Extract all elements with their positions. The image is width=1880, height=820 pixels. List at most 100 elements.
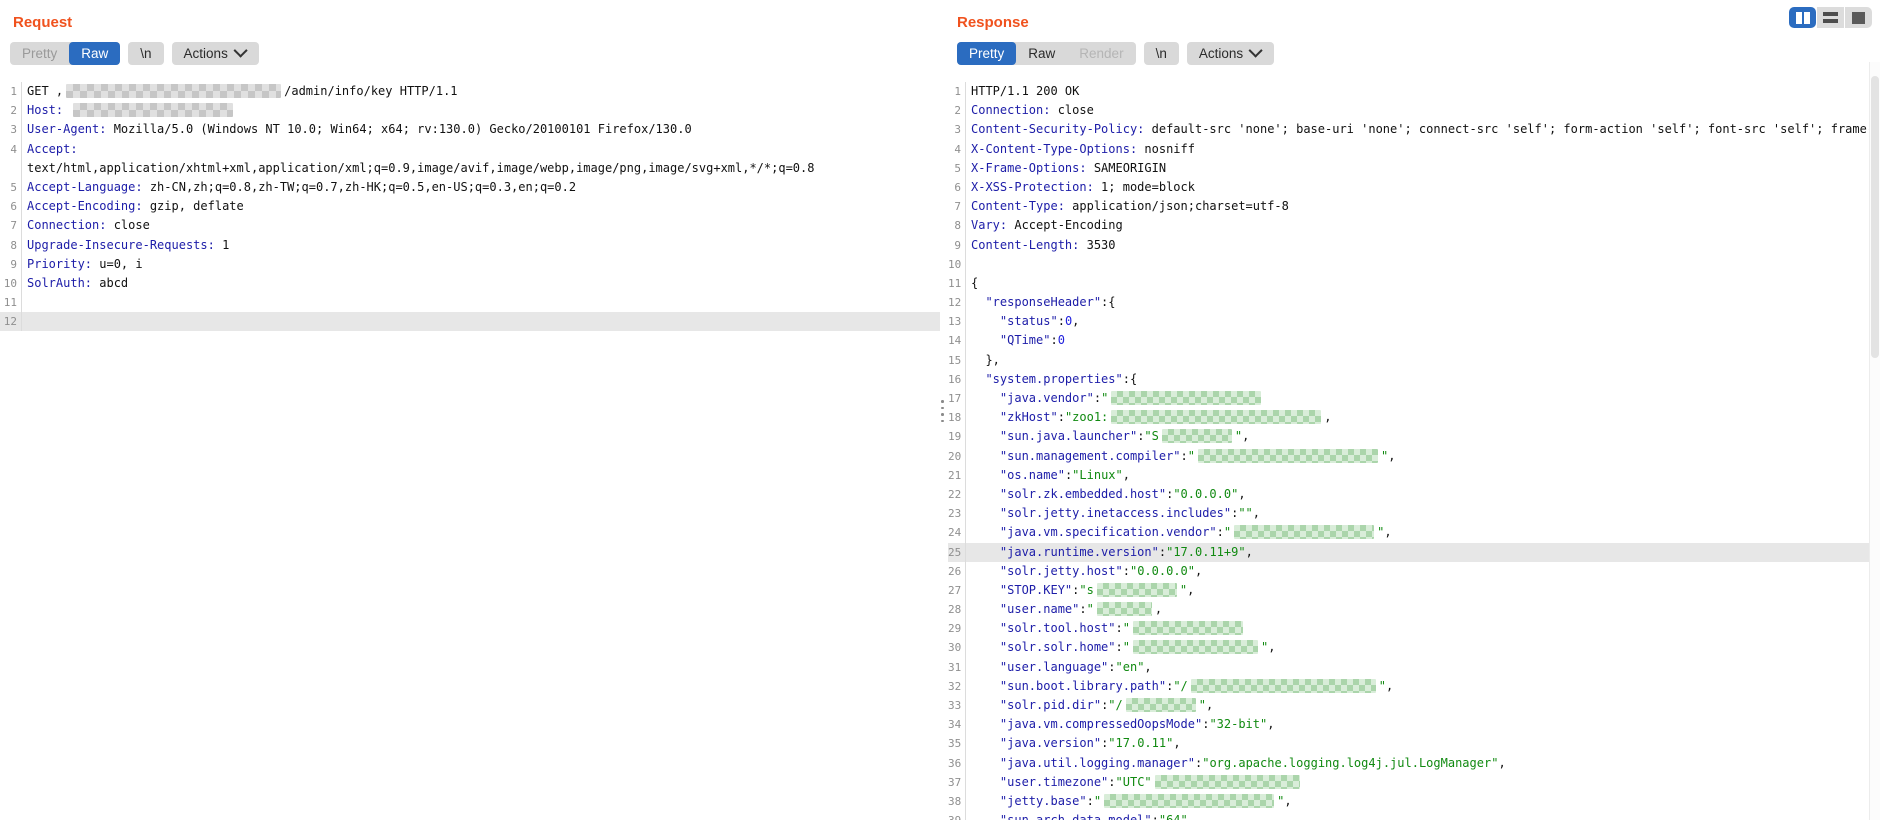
response-tab-newline[interactable]: \n	[1144, 42, 1179, 65]
request-actions-label: Actions	[184, 46, 228, 61]
request-panel: Request Pretty Raw \n Actions 1GET ,/adm…	[0, 0, 940, 820]
code-text: "sun.management.compiler":"",	[966, 447, 1880, 466]
code-line: 2Connection: close	[948, 101, 1880, 120]
code-line: 11{	[948, 274, 1880, 293]
code-line: 16 "system.properties":{	[948, 370, 1880, 389]
response-tab-render: Render	[1067, 42, 1135, 65]
code-line: 3User-Agent: Mozilla/5.0 (Windows NT 10.…	[0, 120, 940, 139]
response-editor[interactable]: 1HTTP/1.1 200 OK2Connection: close3Conte…	[948, 82, 1880, 820]
line-number	[0, 159, 22, 178]
redacted-text	[1133, 640, 1258, 654]
code-line: 39 "sun.arch.data.model":"64",	[948, 811, 1880, 820]
line-number: 8	[948, 216, 966, 235]
response-title: Response	[957, 14, 1880, 34]
code-line: 9Content-Length: 3530	[948, 236, 1880, 255]
line-number: 9	[948, 236, 966, 255]
code-text: Upgrade-Insecure-Requests: 1	[22, 236, 940, 255]
line-number: 33	[948, 696, 966, 715]
request-editor[interactable]: 1GET ,/admin/info/key HTTP/1.12Host: 3Us…	[0, 82, 940, 331]
response-pretty-raw-render-toggle: Pretty Raw Render	[957, 42, 1136, 65]
code-line: 11	[0, 293, 940, 312]
line-number: 11	[0, 293, 22, 312]
line-number: 1	[948, 82, 966, 101]
code-line: 13 "status":0,	[948, 312, 1880, 331]
code-line: 32 "sun.boot.library.path":"/",	[948, 677, 1880, 696]
code-text: "STOP.KEY":"s",	[966, 581, 1880, 600]
layout-single-button[interactable]	[1845, 7, 1872, 28]
code-text: "user.timezone":"UTC"	[966, 773, 1880, 792]
line-number: 4	[948, 140, 966, 159]
code-line: 23 "solr.jetty.inetaccess.includes":"",	[948, 504, 1880, 523]
redacted-text	[66, 84, 281, 98]
code-line: 12 "responseHeader":{	[948, 293, 1880, 312]
code-line: 38 "jetty.base":"",	[948, 792, 1880, 811]
layout-rows-button[interactable]	[1817, 7, 1844, 28]
request-tab-raw[interactable]: Raw	[69, 42, 120, 65]
chevron-down-icon	[233, 44, 247, 58]
line-number: 6	[0, 197, 22, 216]
code-line: 2Host:	[0, 101, 940, 120]
response-tab-pretty[interactable]: Pretty	[957, 42, 1016, 65]
code-line: 4Accept:	[0, 140, 940, 159]
code-line: 35 "java.version":"17.0.11",	[948, 734, 1880, 753]
code-line: 27 "STOP.KEY":"s",	[948, 581, 1880, 600]
code-text: "solr.jetty.inetaccess.includes":"",	[966, 504, 1880, 523]
code-text: "status":0,	[966, 312, 1880, 331]
layout-toggle	[1789, 7, 1872, 28]
line-number: 22	[948, 485, 966, 504]
panel-splitter[interactable]	[940, 0, 948, 820]
line-number: 9	[0, 255, 22, 274]
code-text: X-XSS-Protection: 1; mode=block	[966, 178, 1880, 197]
response-scrollbar-thumb[interactable]	[1871, 76, 1879, 358]
code-text: "zkHost":"zoo1:,	[966, 408, 1880, 427]
redacted-text	[1126, 698, 1196, 712]
code-text: "java.util.logging.manager":"org.apache.…	[966, 754, 1880, 773]
code-text: "sun.java.launcher":"S",	[966, 427, 1880, 446]
line-number: 20	[948, 447, 966, 466]
code-text: text/html,application/xhtml+xml,applicat…	[22, 159, 940, 178]
request-tab-pretty[interactable]: Pretty	[10, 42, 69, 65]
code-text: "responseHeader":{	[966, 293, 1880, 312]
code-line: 1GET ,/admin/info/key HTTP/1.1	[0, 82, 940, 101]
code-line: 20 "sun.management.compiler":"",	[948, 447, 1880, 466]
line-number: 15	[948, 351, 966, 370]
code-text: Connection: close	[22, 216, 940, 235]
code-line: 14 "QTime":0	[948, 331, 1880, 350]
code-text: "system.properties":{	[966, 370, 1880, 389]
response-actions-button[interactable]: Actions	[1187, 42, 1274, 65]
code-line: 33 "solr.pid.dir":"/",	[948, 696, 1880, 715]
redacted-text	[1155, 775, 1300, 789]
code-line: 15 },	[948, 351, 1880, 370]
request-actions-button[interactable]: Actions	[172, 42, 259, 65]
code-line: 31 "user.language":"en",	[948, 658, 1880, 677]
code-text: Priority: u=0, i	[22, 255, 940, 274]
request-tab-newline[interactable]: \n	[128, 42, 163, 65]
single-layout-icon	[1852, 12, 1865, 24]
code-text: Accept:	[22, 140, 940, 159]
code-text	[966, 255, 1880, 274]
redacted-text	[1097, 602, 1152, 616]
http-message-editor: Request Pretty Raw \n Actions 1GET ,/adm…	[0, 0, 1880, 820]
code-text: "java.version":"17.0.11",	[966, 734, 1880, 753]
line-number: 38	[948, 792, 966, 811]
code-line: 12	[0, 312, 940, 331]
line-number: 7	[0, 216, 22, 235]
code-line: 21 "os.name":"Linux",	[948, 466, 1880, 485]
line-number: 39	[948, 811, 966, 820]
redacted-text	[1133, 621, 1243, 635]
code-text: Vary: Accept-Encoding	[966, 216, 1880, 235]
line-number: 32	[948, 677, 966, 696]
redacted-text	[1234, 525, 1374, 539]
line-number: 2	[948, 101, 966, 120]
code-text: "java.vm.specification.vendor":"",	[966, 523, 1880, 542]
response-tab-raw[interactable]: Raw	[1016, 42, 1067, 65]
code-line: 9Priority: u=0, i	[0, 255, 940, 274]
line-number: 21	[948, 466, 966, 485]
chevron-down-icon	[1249, 44, 1263, 58]
code-line: 10SolrAuth: abcd	[0, 274, 940, 293]
line-number: 4	[0, 140, 22, 159]
redacted-text	[73, 103, 233, 117]
response-scrollbar[interactable]	[1869, 62, 1880, 820]
layout-columns-button[interactable]	[1789, 7, 1816, 28]
line-number: 30	[948, 638, 966, 657]
